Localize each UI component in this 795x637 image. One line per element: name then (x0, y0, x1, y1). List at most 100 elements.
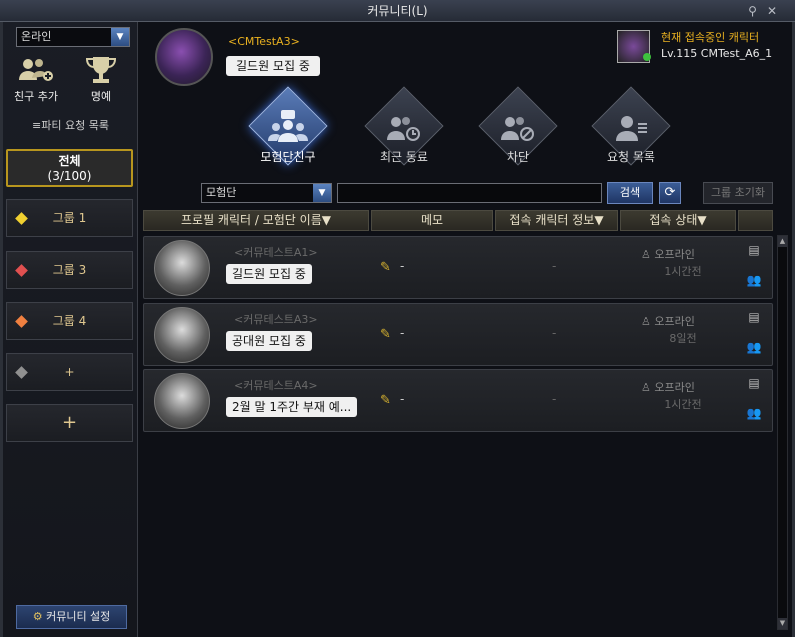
friend-memo: - (400, 392, 405, 406)
group-icon (248, 110, 328, 147)
tab-label: 모험단친구 (260, 150, 316, 164)
friend-name: <커뮤테스트A3> (234, 313, 318, 326)
add-group-button[interactable]: + (6, 404, 133, 442)
edit-memo-icon[interactable]: ✎ (380, 260, 391, 275)
my-status-message[interactable]: 길드원 모집 중 (226, 56, 320, 76)
friend-char-info: - (552, 326, 557, 340)
pin-icon[interactable]: ⚲ (748, 4, 767, 18)
add-friend-button[interactable]: 친구 추가 (8, 52, 64, 108)
friend-status-text: 오프라인 (654, 381, 695, 394)
block-icon (478, 110, 558, 147)
friend-row[interactable]: <커뮤테스트A3> 공대원 모집 중 ✎ - - ♙ 오프라인 8일전 ▤ 👥 (143, 303, 773, 366)
offline-person-icon: ♙ (641, 381, 651, 394)
group-item-empty[interactable]: + (6, 353, 133, 391)
trophy-icon (73, 54, 129, 88)
party-invite-icon[interactable]: 👥 (745, 273, 763, 289)
group-item-3[interactable]: 그룹 3 (6, 251, 133, 289)
friend-row[interactable]: <커뮤테스트A4> 2월 말 1주간 부재 예... ✎ - - ♙ 오프라인 … (143, 369, 773, 432)
tab-label: 최근 동료 (380, 150, 428, 164)
column-header-status[interactable]: 접속 상태▼ (620, 210, 736, 231)
window-title: 커뮤니티(L) (367, 4, 428, 18)
chevron-down-icon[interactable]: ▼ (313, 184, 331, 202)
group-diamond-icon (15, 315, 28, 328)
party-request-list-link[interactable]: ≡파티 요청 목록 (3, 117, 138, 133)
search-input[interactable] (337, 183, 602, 203)
friend-status-text: 오프라인 (654, 248, 695, 261)
group-label: 그룹 4 (52, 314, 87, 328)
tab-label: 요청 목록 (607, 150, 655, 164)
my-adventure-name: <CMTestA3> (228, 35, 300, 48)
title-bar: 커뮤니티(L) ⚲✕ (0, 0, 795, 22)
scroll-up-icon[interactable]: ▲ (778, 236, 787, 247)
list-scrollbar[interactable]: ▲ ▼ (777, 235, 788, 630)
community-settings-label: 커뮤니티 설정 (46, 610, 111, 623)
friend-status-message: 공대원 모집 중 (226, 331, 312, 351)
offline-person-icon: ♙ (641, 315, 651, 328)
add-friend-label: 친구 추가 (14, 90, 58, 103)
offline-person-icon: ♙ (641, 248, 651, 261)
friend-avatar[interactable] (154, 240, 210, 296)
edit-memo-icon[interactable]: ✎ (380, 393, 391, 408)
filter-type-select[interactable]: 모험단 ▼ (201, 183, 332, 203)
community-settings-button[interactable]: ⚙ 커뮤니티 설정 (16, 605, 127, 629)
main-panel: <CMTestA3> 길드원 모집 중 현재 접속중인 캐릭터 Lv.115 C… (138, 22, 792, 637)
column-header-profile[interactable]: 프로필 캐릭터 / 모험단 이름▼ (143, 210, 369, 231)
gear-icon: ⚙ (32, 610, 43, 623)
group-item-4[interactable]: 그룹 4 (6, 302, 133, 340)
column-header-actions (738, 210, 773, 231)
party-invite-icon[interactable]: 👥 (745, 340, 763, 356)
honor-label: 명예 (90, 90, 112, 103)
friend-memo: - (400, 259, 405, 273)
group-all-button[interactable]: 전체 (3/100) (6, 149, 133, 187)
online-status-select[interactable]: 온라인 ▼ (16, 27, 130, 47)
group-item-1[interactable]: 그룹 1 (6, 199, 133, 237)
edit-memo-icon[interactable]: ✎ (380, 327, 391, 342)
friend-status-text: 오프라인 (654, 315, 695, 328)
recent-party-icon (364, 110, 444, 147)
tab-blocked[interactable]: 차단 (478, 86, 558, 172)
online-status-value: 온라인 (21, 30, 52, 43)
add-friend-icon (8, 54, 64, 88)
friend-avatar[interactable] (154, 307, 210, 363)
friend-last-seen: 1시간전 (664, 398, 702, 411)
current-character-label: 현재 접속중인 캐릭터 (661, 31, 760, 44)
friend-last-seen: 1시간전 (664, 265, 702, 278)
refresh-icon[interactable]: ⟳ (659, 182, 681, 204)
column-header-memo: 메모 (371, 210, 493, 231)
friend-name: <커뮤테스트A4> (234, 379, 318, 392)
group-diamond-icon (15, 264, 28, 277)
chat-icon[interactable]: ▤ (745, 310, 763, 326)
friend-char-info: - (552, 259, 557, 273)
group-label: + (64, 365, 75, 379)
chevron-down-icon[interactable]: ▼ (111, 28, 129, 46)
honor-button[interactable]: 명예 (73, 52, 129, 108)
friend-status: ♙ 오프라인 (641, 379, 695, 395)
group-all-count: (3/100) (47, 169, 92, 183)
friend-avatar[interactable] (154, 373, 210, 429)
chat-icon[interactable]: ▤ (745, 243, 763, 259)
my-profile-avatar[interactable] (155, 28, 213, 86)
friend-row[interactable]: <커뮤테스트A1> 길드원 모집 중 ✎ - - ♙ 오프라인 1시간전 ▤ 👥 (143, 236, 773, 299)
online-indicator-icon (643, 53, 651, 61)
column-header-char-info[interactable]: 접속 캐릭터 정보▼ (495, 210, 618, 231)
tab-adventure-friends[interactable]: 모험단친구 (248, 86, 328, 172)
group-diamond-icon (15, 212, 28, 225)
group-label: 그룹 1 (52, 211, 87, 225)
party-invite-icon[interactable]: 👥 (745, 406, 763, 422)
tab-recent-party[interactable]: 최근 동료 (364, 86, 444, 172)
friend-name: <커뮤테스트A1> (234, 246, 318, 259)
friend-char-info: - (552, 392, 557, 406)
scroll-down-icon[interactable]: ▼ (778, 618, 787, 629)
filter-type-value: 모험단 (206, 186, 237, 199)
tab-label: 차단 (506, 150, 530, 164)
tab-request-list[interactable]: 요청 목록 (591, 86, 671, 172)
chat-icon[interactable]: ▤ (745, 376, 763, 392)
friend-status: ♙ 오프라인 (641, 246, 695, 262)
close-icon[interactable]: ✕ (767, 4, 787, 18)
search-button[interactable]: 검색 (607, 182, 653, 204)
friend-last-seen: 8일전 (669, 332, 697, 345)
group-all-label: 전체 (58, 154, 81, 168)
friend-status-message: 2월 말 1주간 부재 예... (226, 397, 358, 417)
reset-groups-button[interactable]: 그룹 초기화 (703, 182, 773, 204)
sidebar: 온라인 ▼ 친구 추가 명예 ≡파티 요청 목록 전체 (3/100) 그룹 1… (3, 22, 138, 637)
